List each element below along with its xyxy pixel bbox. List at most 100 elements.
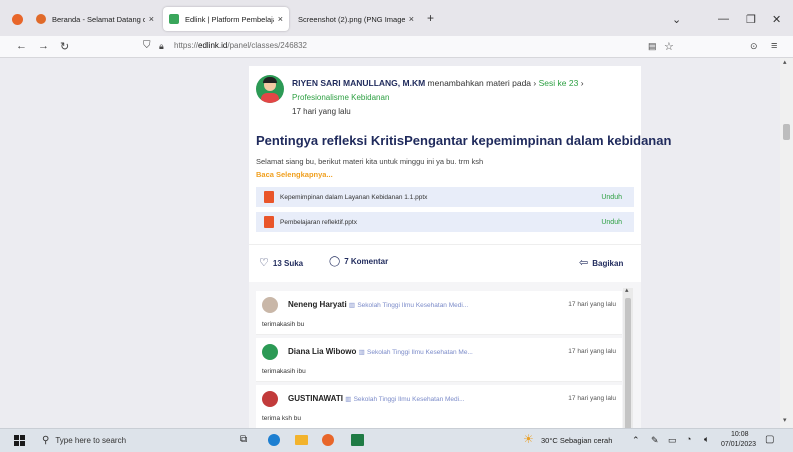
reload-icon[interactable]: ↻ (60, 40, 69, 53)
weather-text[interactable]: 30°C Sebagian cerah (541, 436, 612, 445)
author-avatar[interactable] (256, 75, 284, 103)
commenter-name[interactable]: Neneng Haryati (288, 300, 347, 309)
commenter-school: Sekolah Tinggi Ilmu Kesehatan Medi... (353, 396, 465, 403)
window-close-button[interactable]: ✕ (772, 13, 781, 26)
scroll-thumb[interactable] (625, 298, 631, 428)
share-label: Bagikan (592, 259, 624, 268)
school-icon: ▥ (358, 349, 365, 356)
volume-icon[interactable]: 🔈︎ (704, 434, 709, 445)
pen-icon[interactable]: ✎ (651, 435, 659, 446)
material-name: Kepemimpinan dalam Layanan Kebidanan 1.1… (280, 193, 428, 201)
chevron-up-icon[interactable]: ▴ (783, 58, 787, 66)
material-item[interactable]: Pembelajaran reflektif.pptx Unduh (256, 212, 634, 232)
comment-item: Neneng Haryati ▥ Sekolah Tinggi Ilmu Kes… (256, 291, 622, 335)
commenter-avatar[interactable] (262, 344, 278, 360)
comment-text: terimakasih ibu (262, 368, 306, 375)
pocket-icon[interactable]: ⊙ (750, 41, 758, 52)
tab-beranda[interactable]: Beranda - Selamat Datang di Sistem × (30, 7, 160, 31)
close-icon[interactable]: × (405, 14, 414, 24)
url-bar[interactable]: https://edlink.id/panel/classes/246832 (174, 41, 307, 50)
notification-icon[interactable]: ▢ (765, 434, 774, 445)
file-explorer-icon[interactable] (295, 435, 308, 445)
chevron-down-icon[interactable]: ▾ (783, 416, 787, 424)
comment-item: GUSTINAWATI ▥ Sekolah Tinggi Ilmu Keseha… (256, 385, 622, 428)
battery-icon[interactable]: ▭ (668, 435, 677, 446)
url-prefix: https:// (174, 41, 199, 50)
close-icon[interactable]: × (274, 14, 283, 24)
tab-edlink[interactable]: Edlink | Platform Pembelajaran × (163, 7, 289, 31)
comment-text: terimakasih bu (262, 321, 305, 328)
back-arrow-icon[interactable]: ← (16, 40, 27, 52)
minimize-button[interactable]: — (718, 13, 729, 25)
taskbar-search[interactable]: ⚲ Type here to search (36, 431, 226, 450)
firefox-icon[interactable] (322, 434, 334, 446)
page-scroll-thumb[interactable] (783, 124, 790, 140)
clock-time[interactable]: 10:08 (731, 431, 749, 438)
heart-icon: ♡ (259, 257, 269, 269)
comment-text: terima ksh bu (262, 415, 302, 422)
comments-panel: Neneng Haryati ▥ Sekolah Tinggi Ilmu Kes… (249, 282, 641, 428)
task-view-icon[interactable]: ⧉ (240, 434, 247, 445)
chevron-right-icon: › (533, 78, 537, 88)
post-body: Selamat siang bu, berikut materi kita un… (256, 157, 484, 166)
forward-arrow-icon[interactable]: → (38, 40, 49, 52)
comment-count: 7 Komentar (344, 257, 389, 266)
comment-item: Diana Lia Wibowo ▥ Sekolah Tinggi Ilmu K… (256, 338, 622, 382)
windows-start-icon[interactable] (14, 435, 25, 446)
post-title: Pentingya refleksi KritisPengantar kepem… (256, 133, 672, 148)
edge-icon[interactable] (268, 434, 280, 446)
hamburger-menu-icon[interactable]: ≡ (771, 40, 777, 52)
wifi-icon[interactable]: ◔ (686, 434, 691, 444)
session-link[interactable]: Sesi ke 23 (539, 78, 579, 88)
comment-button[interactable]: ◯ 7 Komentar (329, 256, 388, 267)
comment-time: 17 hari yang lalu (568, 348, 616, 355)
browser-nav-bar: ← → ↻ ⛉ 🔒︎ https://edlink.id/panel/class… (0, 36, 793, 58)
course-link[interactable]: Profesionalisme Kebidanan (292, 93, 389, 102)
shield-icon[interactable]: ⛉ (143, 40, 151, 51)
material-item[interactable]: Kepemimpinan dalam Layanan Kebidanan 1.1… (256, 187, 634, 207)
school-icon: ▥ (345, 396, 352, 403)
read-more-link[interactable]: Baca Selengkapnya... (256, 170, 333, 179)
commenter-school: Sekolah Tinggi Ilmu Kesehatan Medi... (357, 302, 469, 309)
page-scrollbar[interactable]: ▴ ▾ (780, 58, 793, 428)
comment-bubble-icon: ◯ (329, 256, 341, 267)
share-button[interactable]: ⇦ Bagikan (579, 256, 623, 269)
chevron-up-icon[interactable]: ⌃ (632, 435, 640, 446)
material-name: Pembelajaran reflektif.pptx (280, 218, 357, 226)
weather-icon[interactable]: ☀ (523, 432, 534, 446)
url-path: /panel/classes/246832 (227, 41, 307, 50)
chevron-up-icon[interactable]: ▴ (625, 286, 629, 294)
tab-list-chevron-icon[interactable]: ⌄ (672, 13, 681, 26)
like-button[interactable]: ♡ 13 Suka (259, 256, 303, 269)
commenter-school: Sekolah Tinggi Ilmu Kesehatan Me... (367, 349, 473, 356)
share-arrow-icon: ⇦ (579, 257, 589, 269)
clock-date[interactable]: 07/01/2023 (721, 441, 756, 448)
school-icon: ▥ (348, 302, 356, 309)
reader-view-icon[interactable]: ▤ (648, 41, 657, 52)
edlink-tab-icon (169, 14, 179, 24)
divider (249, 244, 641, 245)
new-tab-button[interactable]: + (427, 11, 434, 25)
close-icon[interactable]: × (145, 14, 154, 24)
commenter-avatar[interactable] (262, 391, 278, 407)
commenter-name[interactable]: GUSTINAWATI (288, 394, 343, 403)
page-viewport: RIYEN SARI MANULLANG, M.KM menambahkan m… (0, 58, 780, 428)
comments-scrollbar[interactable]: ▴ (623, 286, 633, 428)
firefox-tab-icon (36, 14, 46, 24)
download-link[interactable]: Unduh (601, 219, 622, 226)
windows-taskbar: ⚲ Type here to search ⧉ ☀ 30°C Sebagian … (0, 428, 793, 452)
excel-icon[interactable] (351, 434, 364, 446)
author-name[interactable]: RIYEN SARI MANULLANG, M.KM (292, 78, 425, 88)
chevron-right-icon: › (580, 78, 584, 88)
maximize-button[interactable]: ❐ (746, 13, 756, 26)
commenter-line: Neneng Haryati ▥ Sekolah Tinggi Ilmu Kes… (288, 300, 468, 309)
tab-screenshot[interactable]: Screenshot (2).png (PNG Image, 13 × (292, 7, 420, 31)
post-card: RIYEN SARI MANULLANG, M.KM menambahkan m… (249, 66, 671, 428)
post-header-line: RIYEN SARI MANULLANG, M.KM menambahkan m… (292, 78, 584, 88)
lock-icon[interactable]: 🔒︎ (159, 41, 164, 52)
commenter-avatar[interactable] (262, 297, 278, 313)
firefox-menu-icon[interactable] (12, 14, 23, 25)
bookmark-star-icon[interactable]: ☆ (664, 40, 674, 53)
commenter-name[interactable]: Diana Lia Wibowo (288, 347, 356, 356)
download-link[interactable]: Unduh (601, 194, 622, 201)
